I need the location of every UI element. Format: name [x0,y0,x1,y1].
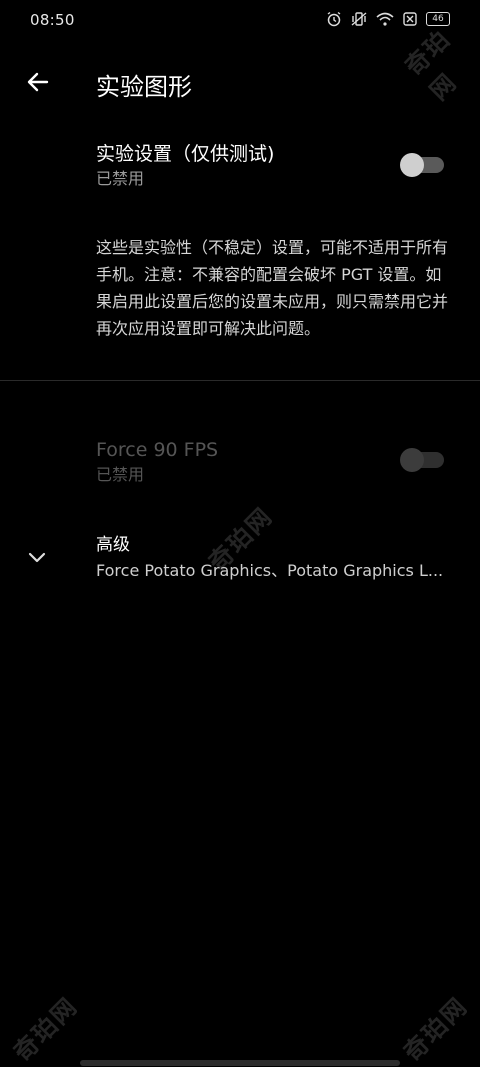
experimental-setting-summary: 已禁用 [96,169,145,188]
vibrate-icon [351,12,367,26]
watermark: 奇珀网 [398,991,474,1067]
wifi-icon [376,12,394,26]
switch-thumb [400,448,424,472]
arrow-left-icon [27,72,49,92]
experimental-setting-item[interactable]: 实验设置（仅供测试) 已禁用 [96,141,274,191]
advanced-item[interactable]: 高级 Force Potato Graphics、Potato Graphics… [96,532,458,584]
sim-off-icon [403,12,417,26]
experimental-setting-switch[interactable] [400,153,444,177]
status-time: 08:50 [30,11,75,29]
force-fps-item: Force 90 FPS 已禁用 [96,437,218,487]
force-fps-switch [400,448,444,472]
advanced-summary: Force Potato Graphics、Potato Graphics L.… [96,561,444,580]
force-fps-summary: 已禁用 [96,465,145,484]
page-title: 实验图形 [96,73,192,101]
chevron-down-icon[interactable] [24,544,50,570]
status-bar: 08:50 46 [0,0,480,40]
force-fps-title: Force 90 FPS [96,439,219,461]
watermark: 奇珀网 [8,991,84,1067]
advanced-title: 高级 [96,535,130,555]
divider [0,380,480,381]
alarm-icon [327,11,341,27]
experimental-description: 这些是实验性（不稳定）设置，可能不适用于所有手机。注意：不兼容的配置会破坏 PG… [96,238,449,338]
switch-thumb [400,153,424,177]
experimental-setting-title: 实验设置（仅供测试) [96,143,275,165]
back-button[interactable] [20,64,56,100]
gesture-bar[interactable] [80,1060,400,1066]
